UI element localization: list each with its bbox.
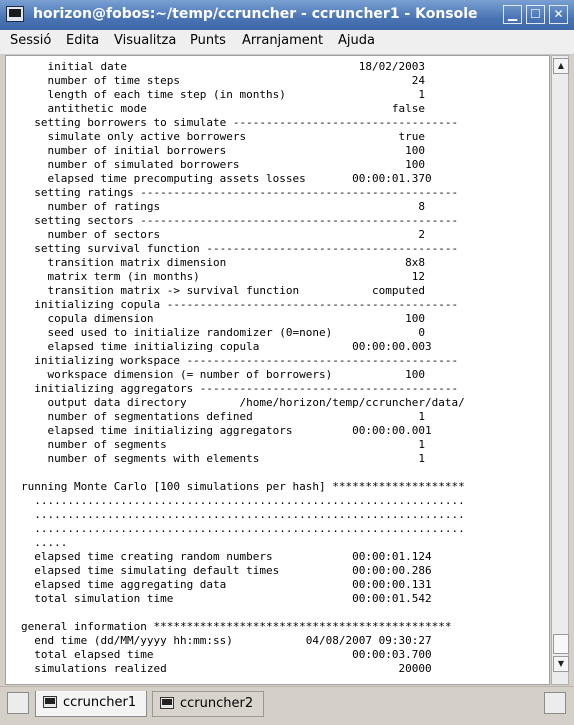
- terminal-line: number of time steps 24: [21, 74, 425, 87]
- terminal-line: elapsed time simulating default times 00…: [21, 564, 432, 577]
- terminal-line: end time (dd/MM/yyyy hh:mm:ss) 04/08/200…: [21, 634, 432, 647]
- terminal-scrollbar[interactable]: ▲ ▼: [551, 55, 569, 685]
- terminal-line: seed used to initialize randomizer (0=no…: [21, 326, 425, 339]
- terminal-line: number of sectors 2: [21, 228, 425, 241]
- menu-bar: Sessió Edita Visualitza Punts Arranjamen…: [0, 30, 574, 55]
- terminal-line: number of initial borrowers 100: [21, 144, 425, 157]
- terminal-line: .....: [21, 536, 68, 549]
- terminal-line: simulations realized 20000: [21, 662, 432, 675]
- terminal-line: number of segmentations defined 1: [21, 410, 425, 423]
- tab-label: ccruncher2: [180, 696, 254, 711]
- terminal-icon: [160, 697, 174, 709]
- terminal-line: number of simulated borrowers 100: [21, 158, 425, 171]
- terminal-line: initializing copula --------------------…: [21, 298, 459, 311]
- scroll-down-button[interactable]: ▼: [553, 656, 569, 672]
- terminal-line: ........................................…: [21, 494, 465, 507]
- terminal-line: elapsed time aggregating data 00:00:00.1…: [21, 578, 432, 591]
- terminal-line: transition matrix dimension 8x8: [21, 256, 425, 269]
- minimize-button[interactable]: ▁: [503, 5, 522, 24]
- terminal-line: running Monte Carlo [100 simulations per…: [21, 480, 465, 493]
- tab-ccruncher2[interactable]: ccruncher2: [152, 691, 264, 717]
- terminal-line: ........................................…: [21, 522, 465, 535]
- konsole-icon[interactable]: [6, 6, 24, 22]
- terminal-line: workspace dimension (= number of borrowe…: [21, 368, 425, 381]
- terminal-line: elapsed time precomputing assets losses …: [21, 172, 432, 185]
- title-bar: horizon@fobos:~/temp/ccruncher - ccrunch…: [0, 0, 574, 30]
- terminal-line: setting borrowers to simulate ----------…: [21, 116, 459, 129]
- menu-punts[interactable]: Punts: [190, 33, 226, 48]
- menu-ajuda[interactable]: Ajuda: [338, 33, 375, 48]
- scroll-up-button[interactable]: ▲: [553, 58, 569, 74]
- session-tab-bar: ccruncher1 ccruncher2: [0, 686, 574, 725]
- terminal-line: setting sectors ------------------------…: [21, 214, 459, 227]
- terminal-line: setting survival function --------------…: [21, 242, 459, 255]
- scroll-thumb[interactable]: [553, 634, 569, 654]
- terminal-icon: [43, 696, 57, 708]
- new-session-icon[interactable]: [7, 692, 29, 714]
- terminal-line: initializing workspace -----------------…: [21, 354, 459, 367]
- maximize-button[interactable]: ☐: [526, 5, 545, 24]
- terminal-line: number of ratings 8: [21, 200, 425, 213]
- terminal-line: general information ********************…: [21, 620, 452, 633]
- menu-sessio[interactable]: Sessió: [10, 33, 51, 48]
- terminal-line: length of each time step (in months) 1: [21, 88, 425, 101]
- terminal-line: elapsed time creating random numbers 00:…: [21, 550, 432, 563]
- terminal-line: elapsed time initializing copula 00:00:0…: [21, 340, 432, 353]
- menu-edita[interactable]: Edita: [66, 33, 99, 48]
- tab-label: ccruncher1: [63, 695, 137, 710]
- terminal-line: number of segments with elements 1: [21, 452, 425, 465]
- close-session-icon[interactable]: [544, 692, 566, 714]
- terminal-line: total elapsed time 00:00:03.700: [21, 648, 432, 661]
- terminal-line: transition matrix -> survival function c…: [21, 284, 425, 297]
- terminal-line: copula dimension 100: [21, 312, 425, 325]
- terminal-line: elapsed time initializing aggregators 00…: [21, 424, 432, 437]
- terminal-line: simulate only active borrowers true: [21, 130, 425, 143]
- terminal-line: number of segments 1: [21, 438, 425, 451]
- menu-arranjament[interactable]: Arranjament: [242, 33, 323, 48]
- terminal-line: setting ratings ------------------------…: [21, 186, 459, 199]
- close-button[interactable]: ✕: [549, 5, 568, 24]
- terminal-line: output data directory /home/horizon/temp…: [21, 396, 465, 409]
- terminal-line: initial date 18/02/2003: [21, 60, 425, 73]
- window-title: horizon@fobos:~/temp/ccruncher - ccrunch…: [33, 6, 478, 22]
- terminal-line: matrix term (in months) 12: [21, 270, 425, 283]
- terminal-line: antithetic mode false: [21, 102, 425, 115]
- tab-ccruncher1[interactable]: ccruncher1: [35, 691, 147, 717]
- terminal-line: total simulation time 00:00:01.542: [21, 592, 432, 605]
- terminal-line: initializing aggregators ---------------…: [21, 382, 459, 395]
- terminal-view[interactable]: initial date 18/02/2003 number of time s…: [5, 55, 550, 685]
- terminal-line: ........................................…: [21, 508, 465, 521]
- menu-visualitza[interactable]: Visualitza: [114, 33, 176, 48]
